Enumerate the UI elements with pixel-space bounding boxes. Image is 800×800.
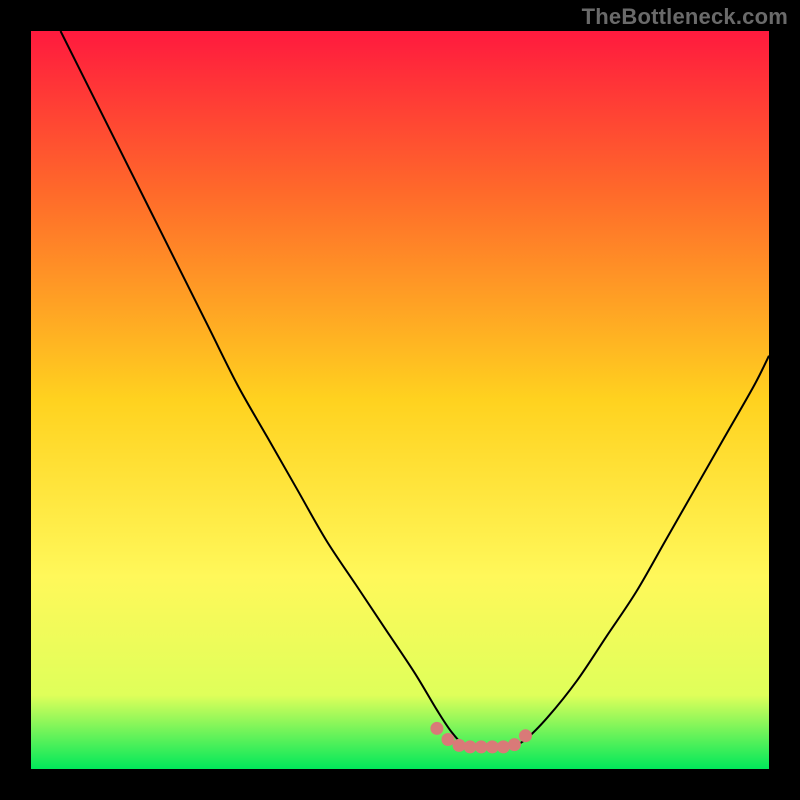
- optimum-marker: [486, 740, 499, 753]
- optimum-markers: [430, 722, 532, 753]
- optimum-marker: [497, 740, 510, 753]
- optimum-marker: [519, 729, 532, 742]
- optimum-marker: [475, 740, 488, 753]
- bottleneck-curve: [61, 31, 769, 748]
- optimum-marker: [430, 722, 443, 735]
- curve-layer: [31, 31, 769, 769]
- optimum-marker: [508, 738, 521, 751]
- optimum-marker: [453, 739, 466, 752]
- chart-frame: TheBottleneck.com: [0, 0, 800, 800]
- plot-area: [31, 31, 769, 769]
- watermark-text: TheBottleneck.com: [582, 4, 788, 30]
- optimum-marker: [441, 733, 454, 746]
- plot-inner: [31, 31, 769, 769]
- optimum-marker: [464, 740, 477, 753]
